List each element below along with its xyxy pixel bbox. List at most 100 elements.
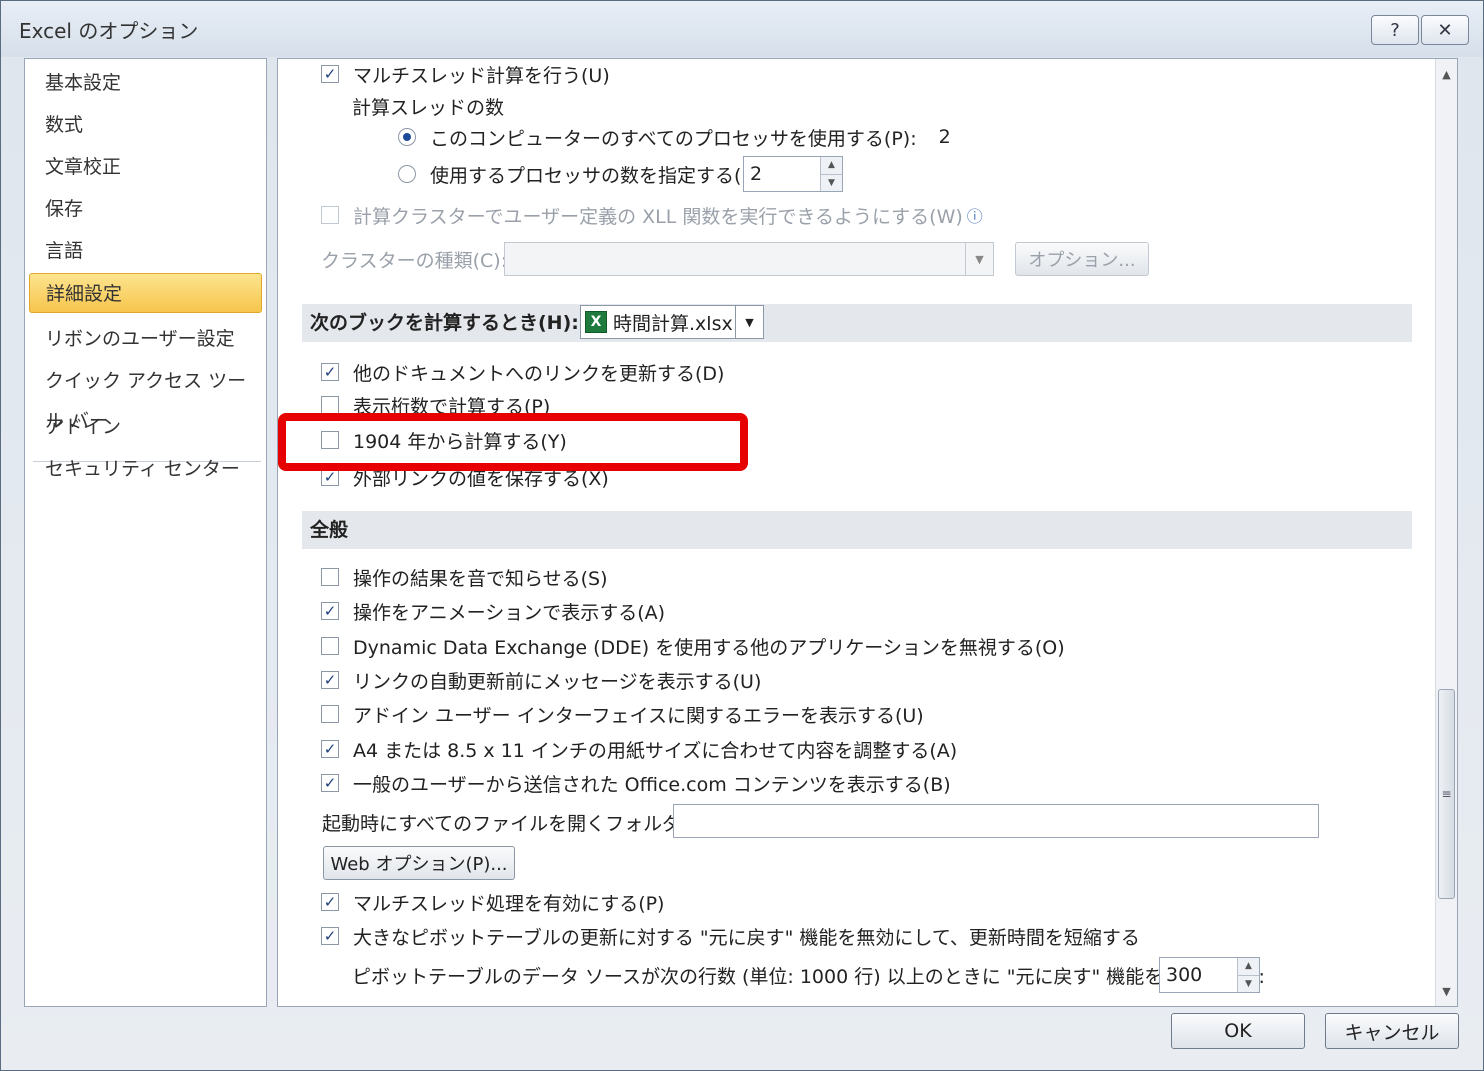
manual-processors-radio[interactable] xyxy=(398,165,416,183)
processor-count-input[interactable]: 2 xyxy=(750,163,762,185)
startup-folder-label: 起動時にすべてのファイルを開くフォルダー(L): xyxy=(322,812,732,835)
scrollbar-thumb[interactable]: ≡ xyxy=(1438,689,1455,899)
stepper-down-icon[interactable]: ▼ xyxy=(1238,974,1259,992)
pivot-undo-checkbox[interactable]: ✓ xyxy=(321,927,339,945)
pivot-rows-input[interactable]: 300 xyxy=(1166,964,1202,986)
stepper-down-icon[interactable]: ▼ xyxy=(821,173,842,191)
animation-checkbox[interactable]: ✓ xyxy=(321,602,339,620)
close-button[interactable]: ✕ xyxy=(1421,15,1469,45)
nav-item-trust-center[interactable]: セキュリティ センター xyxy=(29,449,262,489)
nav-item-formulas[interactable]: 数式 xyxy=(29,105,262,145)
cancel-button[interactable]: キャンセル xyxy=(1325,1013,1459,1049)
radio-selected-dot xyxy=(403,133,411,141)
general-option-label: アドイン ユーザー インターフェイスに関するエラーを表示する(U) xyxy=(353,704,924,727)
general-option-label: 操作をアニメーションで表示する(A) xyxy=(353,601,666,624)
update-links-label: 他のドキュメントへのリンクを更新する(D) xyxy=(353,362,725,385)
options-content: ✓ マルチスレッド計算を行う(U) 計算スレッドの数 このコンピューターのすべて… xyxy=(277,58,1458,1007)
pivot-rows-stepper[interactable]: 300 ▲ ▼ xyxy=(1159,957,1260,993)
close-icon: ✕ xyxy=(1437,19,1453,41)
general-option-label: Dynamic Data Exchange (DDE) を使用する他のアプリケー… xyxy=(353,636,1065,659)
multithread-proc-checkbox[interactable]: ✓ xyxy=(321,893,339,911)
sound-feedback-checkbox[interactable] xyxy=(321,568,339,586)
date1904-checkbox[interactable] xyxy=(321,431,339,449)
general-option[interactable]: ✓ A4 または 8.5 x 11 インチの用紙サイズに合わせて内容を調整する(… xyxy=(321,734,957,764)
cluster-xll-label: 計算クラスターでユーザー定義の XLL 関数を実行できるようにする(W) xyxy=(353,205,963,228)
general-option[interactable]: ✓ リンクの自動更新前にメッセージを表示する(U) xyxy=(321,665,761,695)
stepper-up-icon[interactable]: ▲ xyxy=(821,157,842,174)
general-option[interactable]: 操作の結果を音で知らせる(S) xyxy=(321,562,608,592)
scroll-up-icon[interactable]: ▲ xyxy=(1436,63,1457,85)
general-option[interactable]: アドイン ユーザー インターフェイスに関するエラーを表示する(U) xyxy=(321,699,924,729)
general-option-label: 一般のユーザーから送信された Office.com コンテンツを表示する(B) xyxy=(353,773,951,796)
multithread-calc-checkbox[interactable]: ✓ xyxy=(321,65,339,83)
excel-file-icon: X xyxy=(585,311,607,333)
general-option[interactable]: ✓ 操作をアニメーションで表示する(A) xyxy=(321,596,665,626)
cluster-xll-option[interactable]: 計算クラスターでユーザー定義の XLL 関数を実行できるようにする(W) ⓘ xyxy=(321,200,983,230)
workbook-select[interactable]: X 時間計算.xlsx ▼ xyxy=(580,305,764,339)
thread-count-heading: 計算スレッドの数 xyxy=(352,96,505,119)
use-all-processors-option[interactable]: このコンピューターのすべてのプロセッサを使用する(P): 2 xyxy=(398,122,951,152)
workbook-section-label: 次のブックを計算するとき(H): xyxy=(310,312,579,334)
general-section-label: 全般 xyxy=(310,519,349,541)
chevron-down-icon: ▼ xyxy=(965,243,993,275)
update-links-option[interactable]: ✓ 他のドキュメントへのリンクを更新する(D) xyxy=(321,357,724,387)
general-option[interactable]: ✓ 一般のユーザーから送信された Office.com コンテンツを表示する(B… xyxy=(321,768,951,798)
general-option-label: リンクの自動更新前にメッセージを表示する(U) xyxy=(353,670,762,693)
stepper-up-icon[interactable]: ▲ xyxy=(1238,958,1259,975)
pivot-undo-label: 大きなピボットテーブルの更新に対する "元に戻す" 機能を無効にして、更新時間を… xyxy=(353,926,1140,949)
cluster-type-label: クラスターの種類(C): xyxy=(321,249,508,272)
excel-options-dialog: Excel のオプション ? ✕ 基本設定 数式 文章校正 保存 言語 詳細設定… xyxy=(0,0,1484,1071)
nav-item-advanced[interactable]: 詳細設定 xyxy=(29,273,262,313)
title-bar: Excel のオプション ? ✕ xyxy=(1,1,1483,57)
update-links-checkbox[interactable]: ✓ xyxy=(321,363,339,381)
manual-processors-label: 使用するプロセッサの数を指定する(M): xyxy=(430,164,772,187)
help-button[interactable]: ? xyxy=(1371,15,1419,45)
nav-item-language[interactable]: 言語 xyxy=(29,231,262,271)
ok-button[interactable]: OK xyxy=(1171,1013,1305,1049)
nav-item-proofing[interactable]: 文章校正 xyxy=(29,147,262,187)
paper-size-checkbox[interactable]: ✓ xyxy=(321,740,339,758)
date1904-option[interactable]: 1904 年から計算する(Y) xyxy=(321,425,567,455)
nav-item-save[interactable]: 保存 xyxy=(29,189,262,229)
multithread-proc-label: マルチスレッド処理を有効にする(P) xyxy=(353,892,665,915)
pivot-undo-option[interactable]: ✓ 大きなピボットテーブルの更新に対する "元に戻す" 機能を無効にして、更新時… xyxy=(321,921,1140,951)
use-all-processors-label: このコンピューターのすべてのプロセッサを使用する(P): xyxy=(430,127,917,150)
precision-checkbox[interactable] xyxy=(321,396,339,414)
dde-checkbox[interactable] xyxy=(321,637,339,655)
workbook-section-header: 次のブックを計算するとき(H): xyxy=(302,304,1412,342)
general-option-label: A4 または 8.5 x 11 インチの用紙サイズに合わせて内容を調整する(A) xyxy=(353,739,958,762)
cluster-type-dropdown[interactable]: ▼ xyxy=(504,242,994,276)
manual-processors-option[interactable]: 使用するプロセッサの数を指定する(M): xyxy=(398,159,772,189)
vertical-scrollbar[interactable]: ▲ ≡ ▼ xyxy=(1435,59,1457,1006)
nav-item-basic[interactable]: 基本設定 xyxy=(29,63,262,103)
general-option[interactable]: Dynamic Data Exchange (DDE) を使用する他のアプリケー… xyxy=(321,631,1065,661)
help-icon: ? xyxy=(1390,19,1400,41)
multithread-proc-option[interactable]: ✓ マルチスレッド処理を有効にする(P) xyxy=(321,887,664,917)
workbook-file-name: 時間計算.xlsx xyxy=(613,312,733,335)
general-section-header: 全般 xyxy=(302,511,1412,549)
nav-item-quick-access[interactable]: クイック アクセス ツール バー xyxy=(29,361,262,432)
multithread-calc-label: マルチスレッド計算を行う(U) xyxy=(353,64,610,87)
info-icon: ⓘ xyxy=(966,207,983,226)
cluster-xll-checkbox[interactable] xyxy=(321,206,339,224)
pivot-rows-label: ピボットテーブルのデータ ソースが次の行数 (単位: 1000 行) 以上のとき… xyxy=(352,965,1265,988)
use-all-processors-radio[interactable] xyxy=(398,128,416,146)
highlight-box: 1904 年から計算する(Y) xyxy=(278,413,748,471)
nav-item-addins[interactable]: アドイン xyxy=(29,407,262,447)
options-sidebar: 基本設定 数式 文章校正 保存 言語 詳細設定 リボンのユーザー設定 クイック … xyxy=(24,58,267,1007)
general-option-label: 操作の結果を音で知らせる(S) xyxy=(353,567,608,590)
date1904-label: 1904 年から計算する(Y) xyxy=(353,430,567,453)
cluster-options-button[interactable]: オプション... xyxy=(1015,242,1149,276)
web-options-button[interactable]: Web オプション(P)... xyxy=(323,846,515,880)
processor-count-value: 2 xyxy=(938,126,951,148)
startup-folder-input[interactable] xyxy=(673,804,1319,838)
addin-errors-checkbox[interactable] xyxy=(321,705,339,723)
processor-count-stepper[interactable]: 2 ▲ ▼ xyxy=(743,156,843,192)
window-title: Excel のオプション xyxy=(19,19,199,43)
nav-item-customize-ribbon[interactable]: リボンのユーザー設定 xyxy=(29,319,262,359)
office-com-content-checkbox[interactable]: ✓ xyxy=(321,774,339,792)
chevron-down-icon: ▼ xyxy=(735,306,763,338)
link-prompt-checkbox[interactable]: ✓ xyxy=(321,671,339,689)
scroll-down-icon[interactable]: ▼ xyxy=(1436,980,1457,1002)
multithread-calc-option[interactable]: ✓ マルチスレッド計算を行う(U) xyxy=(321,59,610,89)
